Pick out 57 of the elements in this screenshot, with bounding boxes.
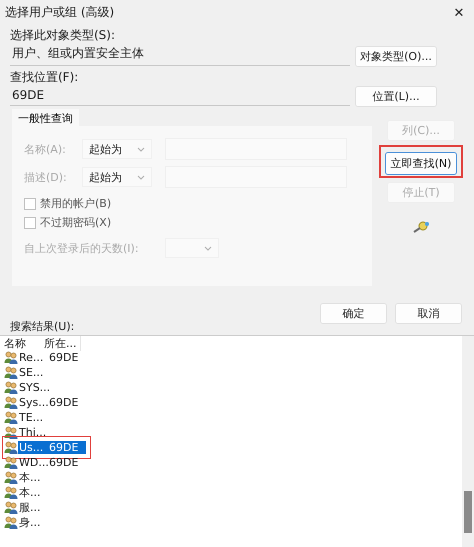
users-icon <box>4 381 18 394</box>
users-icon <box>4 456 18 469</box>
field-label: 名称(A): <box>24 142 67 156</box>
location-field: 69DE <box>10 87 350 106</box>
checkbox-label: 禁用的帐户(B) <box>40 196 112 211</box>
users-icon <box>4 486 18 499</box>
users-icon <box>4 501 18 514</box>
row-name[interactable]: Sys... <box>18 396 49 409</box>
users-icon <box>4 471 18 484</box>
users-icon <box>4 366 18 379</box>
window-title: 选择用户或组 (高级) <box>5 4 114 20</box>
object-type-field: 用户、组或内置安全主体 <box>10 44 350 66</box>
row-location: 69DE <box>49 441 78 454</box>
row-name[interactable]: WD... <box>18 456 49 469</box>
scroll-thumb[interactable] <box>464 491 472 533</box>
row-name[interactable]: Thi... <box>18 426 49 439</box>
users-icon <box>4 426 18 439</box>
row-name[interactable]: SYS... <box>18 381 49 394</box>
scrollbar[interactable] <box>462 336 474 547</box>
close-button[interactable]: ✕ <box>444 0 474 24</box>
checkbox[interactable] <box>24 216 36 228</box>
results-label: 搜索结果(U): <box>9 320 76 334</box>
row-location: 69DE <box>49 396 78 409</box>
checkbox-label: 不过期密码(X) <box>40 215 112 230</box>
users-icon <box>4 441 18 454</box>
row-name[interactable]: 服... <box>18 500 49 515</box>
checkbox[interactable] <box>24 198 36 210</box>
row-location: 69DE <box>49 456 78 469</box>
row-name[interactable]: 本... <box>18 470 49 485</box>
object-types-button[interactable]: 对象类型(O)... <box>355 46 437 67</box>
row-name[interactable]: TE... <box>18 411 49 424</box>
field-label: 查找位置(F): <box>10 69 80 86</box>
days-dropdown[interactable] <box>165 238 219 258</box>
field-label: 描述(D): <box>24 170 68 184</box>
dialog-button[interactable]: 取消 <box>395 303 462 324</box>
row-name[interactable]: 身... <box>18 515 49 530</box>
field-label: 选择此对象类型(S): <box>10 27 116 44</box>
row-name[interactable]: Us... <box>18 441 49 454</box>
users-icon <box>4 396 18 409</box>
users-icon <box>4 351 18 364</box>
row-name[interactable]: Re... <box>18 351 49 364</box>
field-label: 自上次登录后的天数(I): <box>24 240 140 256</box>
users-icon <box>4 411 18 424</box>
search-icon <box>412 221 430 233</box>
column-header[interactable]: 名称 <box>0 336 42 350</box>
locations-button[interactable]: 位置(L)... <box>355 86 437 107</box>
row-name[interactable]: 本... <box>18 485 49 500</box>
dialog-button[interactable]: 确定 <box>320 303 387 324</box>
chevron-icon <box>137 146 145 152</box>
row-location: 69DE <box>49 351 78 364</box>
row-name[interactable]: SE... <box>18 366 49 379</box>
query-tab[interactable]: 一般性查询 <box>12 109 79 126</box>
users-icon <box>4 516 18 529</box>
column-header[interactable]: 所在... <box>42 336 81 350</box>
chevron-icon <box>204 246 212 250</box>
side-button[interactable]: 立即查找(N) <box>385 152 457 175</box>
chevron-icon <box>137 174 145 180</box>
